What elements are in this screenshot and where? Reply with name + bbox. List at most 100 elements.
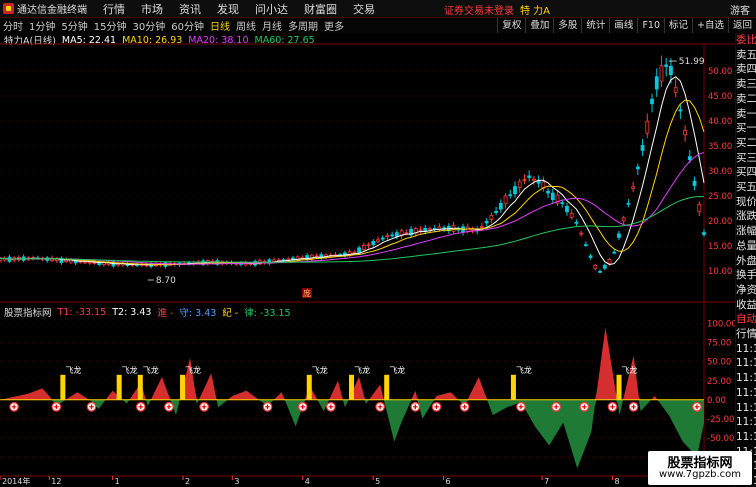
candlestick[interactable] <box>664 64 669 67</box>
candlestick[interactable] <box>503 195 508 205</box>
candlestick[interactable] <box>489 214 494 220</box>
candlestick[interactable] <box>659 65 664 82</box>
candlestick[interactable] <box>635 166 640 170</box>
sidebar-mai1[interactable]: 卖一 <box>736 107 756 122</box>
sidebar-huanshou[interactable]: 换手 <box>736 268 756 283</box>
indicator-lv: 律: -33.15 <box>244 308 291 319</box>
date-tick-label: 6 <box>446 477 451 486</box>
sidebar-buy4[interactable]: 买四 <box>736 165 756 180</box>
date-tick-label: 12 <box>51 477 61 486</box>
sidebar-mai3[interactable]: 卖三 <box>736 77 756 92</box>
indicator-tick-label: 100.00 <box>707 320 737 330</box>
candlestick[interactable] <box>404 232 409 235</box>
candlestick[interactable] <box>598 270 602 273</box>
candlestick[interactable] <box>678 109 683 112</box>
date-tick-label: 7 <box>544 477 549 486</box>
candlestick[interactable] <box>428 228 432 231</box>
candlestick[interactable] <box>87 261 92 264</box>
sidebar-zhangfu[interactable]: 涨幅 <box>736 224 756 239</box>
kline-chart[interactable]: 50.0045.0040.0035.0030.0025.0020.0015.00… <box>0 0 756 487</box>
sidebar-time: 11:1 <box>736 430 756 443</box>
candlestick[interactable] <box>626 202 631 205</box>
candlestick[interactable] <box>508 194 513 197</box>
indicator-ji: 紀 - <box>222 308 239 319</box>
candlestick[interactable] <box>645 120 650 134</box>
candlestick[interactable] <box>394 232 399 237</box>
candlestick[interactable] <box>621 217 626 222</box>
candlestick[interactable] <box>366 244 371 247</box>
candlestick[interactable] <box>376 239 380 242</box>
candlestick[interactable] <box>579 232 584 235</box>
sidebar-xianjia[interactable]: 现价 <box>736 195 756 210</box>
candlestick[interactable] <box>602 264 607 269</box>
candlestick[interactable] <box>569 213 574 218</box>
candlestick[interactable] <box>588 255 593 258</box>
candlestick[interactable] <box>480 226 484 228</box>
candlestick[interactable] <box>692 180 697 186</box>
candlestick[interactable] <box>702 232 706 235</box>
sidebar-mai5[interactable]: 卖五 <box>736 48 756 63</box>
candlestick[interactable] <box>683 130 688 136</box>
sidebar-jingzi[interactable]: 净资 <box>736 283 756 298</box>
candlestick[interactable] <box>687 156 692 161</box>
candlestick[interactable] <box>607 259 612 264</box>
candlestick[interactable] <box>83 261 87 264</box>
signal-bar <box>306 374 312 400</box>
candlestick[interactable] <box>617 233 621 238</box>
candlestick[interactable] <box>494 210 499 213</box>
sidebar-buy1[interactable]: 买一 <box>736 121 756 136</box>
candlestick[interactable] <box>352 251 357 254</box>
indicator-jin: 進 - <box>157 308 174 319</box>
candlestick[interactable] <box>371 241 376 246</box>
sidebar-buy2[interactable]: 买二 <box>736 136 756 151</box>
candlestick[interactable] <box>550 192 555 201</box>
candlestick[interactable] <box>385 234 390 238</box>
candlestick[interactable] <box>565 205 569 213</box>
date-tick-label: 1 <box>115 477 120 486</box>
sidebar-buy5[interactable]: 买五 <box>736 180 756 195</box>
candlestick[interactable] <box>574 221 579 224</box>
sidebar-auto[interactable]: 自动 <box>736 312 756 327</box>
candlestick[interactable] <box>640 145 645 151</box>
candlestick[interactable] <box>593 264 598 269</box>
candlestick[interactable] <box>532 178 536 181</box>
candlestick[interactable] <box>673 87 678 93</box>
candlestick[interactable] <box>583 244 588 247</box>
candlestick[interactable] <box>484 221 489 224</box>
candlestick[interactable] <box>470 228 475 231</box>
candlestick[interactable] <box>361 245 366 250</box>
signal-label: 飞龙 <box>143 365 159 375</box>
sidebar-mai4[interactable]: 卖四 <box>736 62 756 77</box>
candlestick[interactable] <box>517 181 522 188</box>
sidebar-buy3[interactable]: 买三 <box>736 151 756 166</box>
sidebar-weibi[interactable]: 委比 <box>736 33 756 48</box>
sidebar-mai2[interactable]: 卖二 <box>736 92 756 107</box>
sidebar-hangqing[interactable]: 行情 <box>736 327 756 342</box>
candlestick[interactable] <box>631 186 636 189</box>
candlestick[interactable] <box>669 65 673 76</box>
sidebar-waipan[interactable]: 外盘 <box>736 254 756 269</box>
signal-bar <box>60 374 66 400</box>
sidebar-time: 11:1 <box>736 342 756 355</box>
indicator-t1: T1: -33.15 <box>57 306 107 318</box>
sidebar-shouyi[interactable]: 收益 <box>736 298 756 313</box>
high-price-label: 51.99 <box>679 57 705 67</box>
candlestick[interactable] <box>357 247 361 253</box>
candlestick[interactable] <box>527 175 532 178</box>
candlestick[interactable] <box>513 186 517 195</box>
candlestick[interactable] <box>522 179 527 181</box>
signal-label: 飞龙 <box>516 365 532 375</box>
candlestick[interactable] <box>697 203 702 213</box>
candlestick[interactable] <box>560 202 565 205</box>
candlestick[interactable] <box>498 202 503 210</box>
candlestick[interactable] <box>654 76 659 90</box>
candlestick[interactable] <box>650 98 654 105</box>
sidebar-zhangdie[interactable]: 涨跌 <box>736 209 756 224</box>
candlestick[interactable] <box>380 237 385 240</box>
candlestick[interactable] <box>612 251 617 254</box>
candlestick[interactable] <box>390 234 395 237</box>
candlestick[interactable] <box>546 190 550 194</box>
sidebar-time: 11:1 <box>736 372 756 385</box>
sidebar-zongliang[interactable]: 总量 <box>736 239 756 254</box>
candlestick[interactable] <box>418 229 423 232</box>
